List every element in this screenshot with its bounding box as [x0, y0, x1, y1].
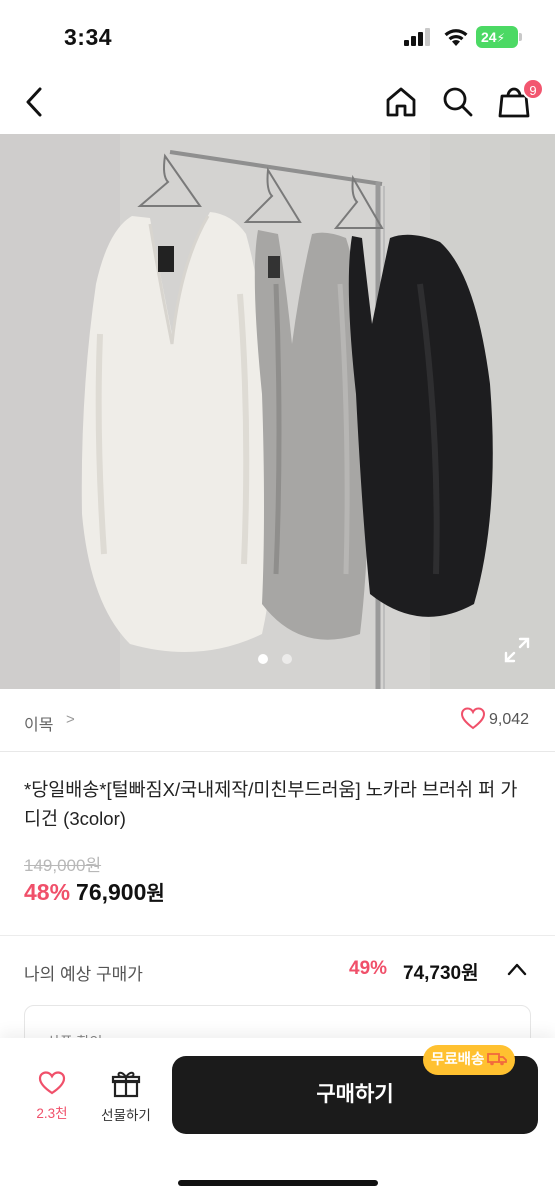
charging-icon: ⚡	[496, 31, 506, 45]
expected-price: 74,730원	[403, 963, 479, 984]
gift-label: 선물하기	[101, 1108, 151, 1123]
heart-icon[interactable]	[460, 706, 486, 732]
status-bar: 3:34 24⚡	[0, 0, 555, 70]
wishlist-count: 2.3천	[36, 1106, 68, 1121]
cellular-signal-icon	[404, 28, 430, 46]
battery-indicator: 24⚡	[476, 26, 518, 48]
battery-level: 24	[481, 29, 497, 45]
truck-icon	[487, 1052, 508, 1065]
expected-price-label: 나의 예상 구매가	[24, 965, 143, 984]
chevron-left-icon[interactable]	[20, 84, 52, 120]
product-image[interactable]	[0, 134, 555, 689]
cart-count-badge: 9	[522, 78, 544, 100]
expected-discount: 49%	[349, 958, 388, 979]
wifi-icon	[444, 29, 468, 46]
price-row: 48% 76,900원	[24, 877, 165, 909]
bottom-action-bar: 2.3천 선물하기 구매하기 무료배송	[0, 1038, 555, 1200]
pagination-dot[interactable]	[282, 654, 292, 664]
wishlist-button[interactable]: 2.3천	[30, 1070, 74, 1130]
status-time: 3:34	[64, 24, 113, 50]
brand-arrow[interactable]: >	[66, 711, 75, 728]
expected-price-row[interactable]: 나의 예상 구매가 49% 74,730원	[0, 936, 555, 1002]
product-photo	[0, 134, 555, 689]
sale-price: 76,900	[76, 879, 147, 905]
search-icon[interactable]	[440, 84, 476, 120]
discount-rate: 48%	[24, 879, 71, 905]
battery-tip	[519, 33, 522, 41]
product-title: *당일배송*[털빠짐X/국내제작/미친부드러움] 노카라 브러쉬 퍼 가디건 (…	[24, 779, 518, 829]
like-count: 9,042	[489, 711, 530, 728]
home-icon[interactable]	[383, 84, 419, 120]
free-shipping-badge: 무료배송	[423, 1045, 516, 1075]
original-price: 149,000원	[24, 856, 102, 875]
heart-icon	[38, 1071, 66, 1095]
gift-icon	[111, 1071, 141, 1098]
home-indicator	[178, 1180, 378, 1186]
brand-name[interactable]: 이목	[24, 711, 53, 735]
currency: 원	[146, 883, 165, 905]
chevron-up-icon[interactable]	[506, 960, 528, 978]
gallery-pagination	[258, 651, 306, 669]
free-shipping-label: 무료배송	[431, 1052, 485, 1068]
gift-button[interactable]: 선물하기	[92, 1070, 160, 1130]
brand-row: 이목 > 9,042	[0, 690, 555, 752]
expand-icon[interactable]	[503, 636, 531, 664]
top-nav: 9	[0, 70, 555, 134]
pagination-dot-active[interactable]	[258, 654, 268, 664]
